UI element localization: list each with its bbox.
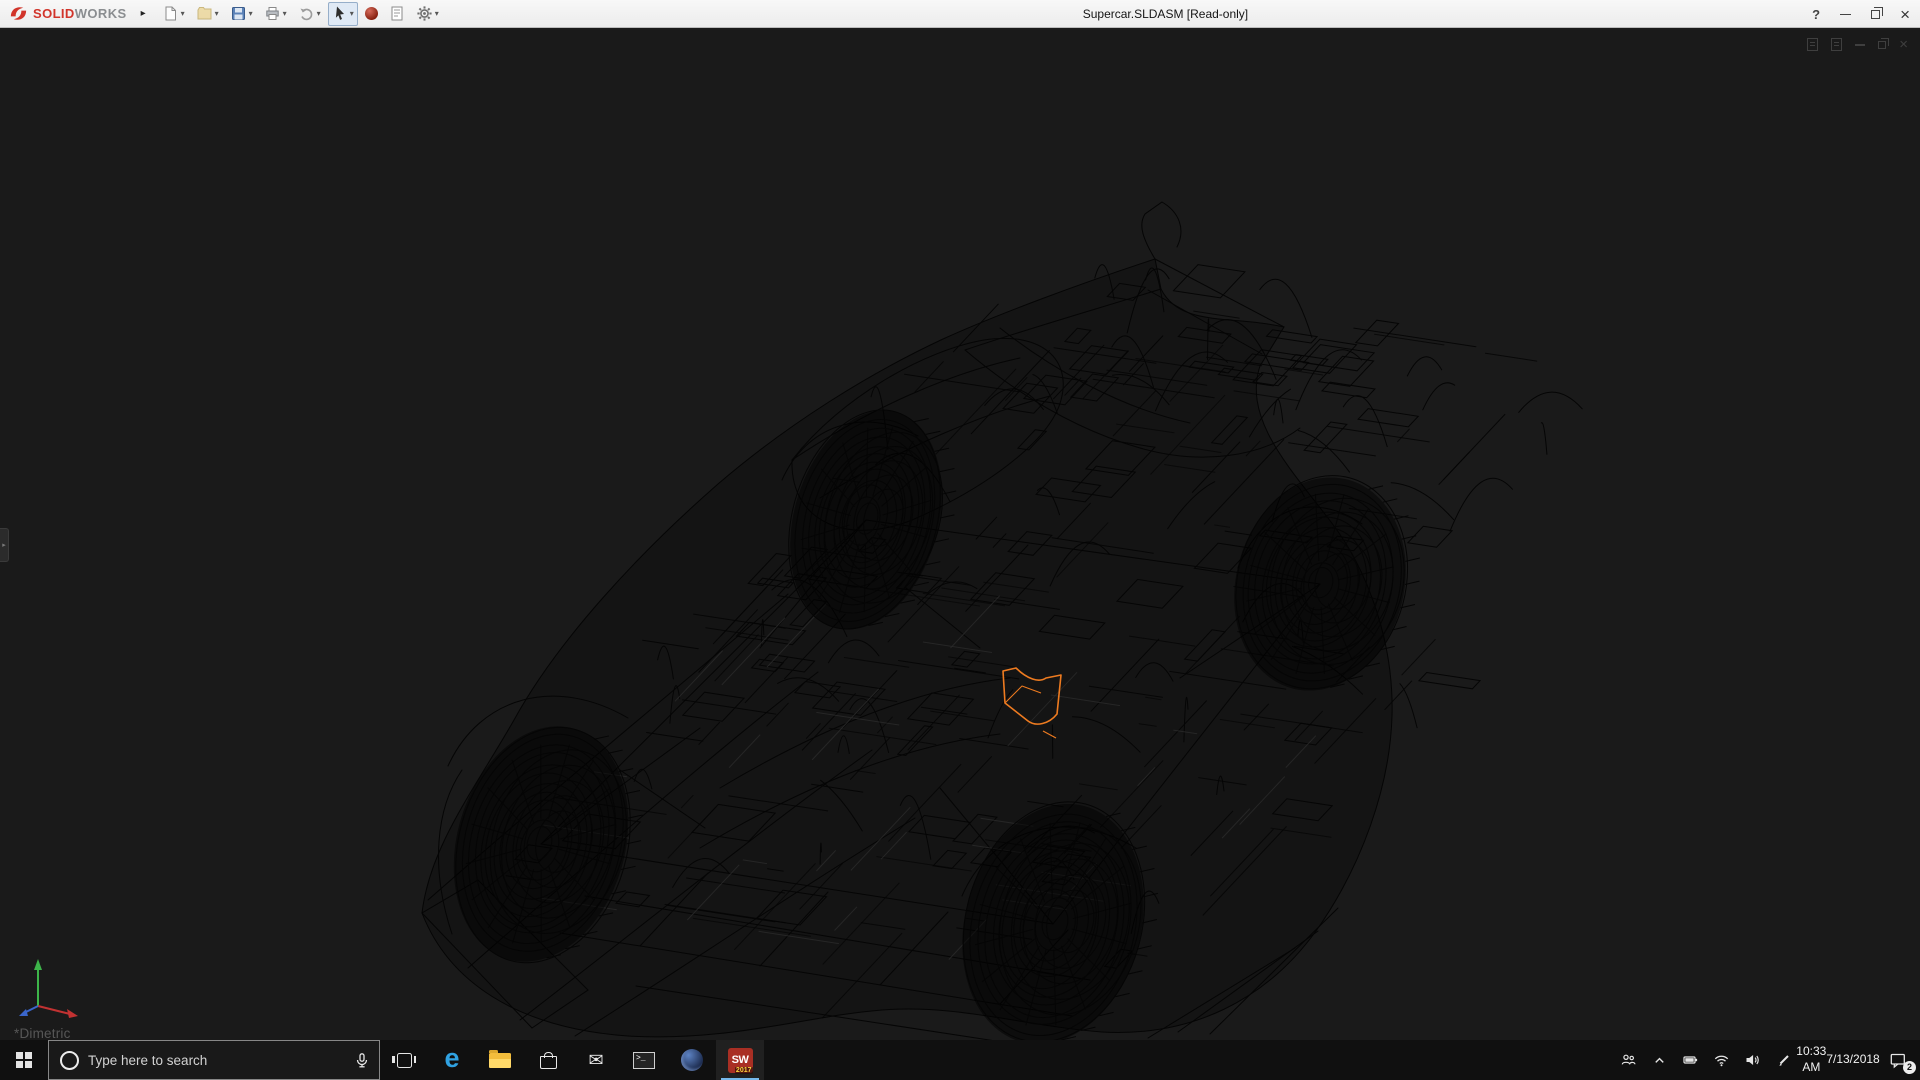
system-tray: 10:33 AM 7/13/2018 2 (1615, 1040, 1920, 1080)
new-document-caret[interactable]: ▾ (181, 9, 185, 18)
undo-button[interactable]: ▾ (294, 2, 325, 26)
chevron-up-icon (1655, 1057, 1664, 1063)
taskbar-app-store[interactable] (524, 1040, 572, 1080)
task-view-button[interactable] (380, 1040, 428, 1080)
select-tool-button[interactable]: ▾ (327, 1, 358, 26)
windows-ink-button[interactable] (1770, 1040, 1797, 1080)
solidworks-logo: SOLIDWORKS (0, 3, 127, 24)
solidworks-year-badge: 2017 (734, 1066, 753, 1074)
taskbar-app-blue[interactable] (668, 1040, 716, 1080)
console-window-icon: >_ (633, 1051, 655, 1069)
network-button[interactable] (1708, 1040, 1735, 1080)
clock-date: 7/13/2018 (1826, 1052, 1880, 1067)
undo-icon (300, 8, 313, 21)
help-button[interactable]: ? (1812, 7, 1820, 22)
print-icon (265, 7, 279, 20)
car-wireframe-model[interactable] (0, 28, 1920, 1040)
taskbar-app-console[interactable]: >_ (620, 1040, 668, 1080)
file-explorer-icon (489, 1049, 511, 1068)
open-caret[interactable]: ▾ (215, 9, 219, 18)
people-button[interactable] (1615, 1040, 1642, 1080)
close-button[interactable]: × (1900, 6, 1910, 23)
clock-time: 10:33 AM (1796, 1044, 1827, 1074)
task-view-icon (392, 1052, 416, 1068)
options-gear-icon (417, 6, 432, 21)
print-caret[interactable]: ▾ (283, 9, 287, 18)
battery-button[interactable] (1677, 1040, 1704, 1080)
file-properties-icon (391, 6, 403, 21)
new-document-icon (165, 6, 176, 21)
volume-button[interactable] (1739, 1040, 1766, 1080)
options-caret[interactable]: ▾ (435, 9, 439, 18)
solidworks-app-icon: SW 2017 (727, 1047, 753, 1074)
open-folder-icon (197, 7, 212, 20)
round-blue-app-icon (681, 1049, 703, 1071)
save-floppy-icon (231, 7, 245, 20)
start-button[interactable] (0, 1040, 48, 1080)
taskbar-app-mail[interactable]: ✉ (572, 1040, 620, 1080)
window-controls: ? × (1812, 0, 1910, 28)
windows-logo-icon (16, 1052, 32, 1068)
new-document-button[interactable]: ▾ (158, 2, 189, 26)
notification-count-badge: 2 (1903, 1061, 1916, 1074)
view-orientation-label: *Dimetric (14, 1026, 71, 1040)
doc-minimize-button[interactable] (1855, 43, 1866, 46)
taskbar-app-file-explorer[interactable] (476, 1040, 524, 1080)
feature-manager-collapsed-tab[interactable]: ▸ (0, 528, 9, 562)
search-input[interactable] (88, 1052, 345, 1068)
print-button[interactable]: ▾ (260, 2, 291, 26)
windows-taskbar: e ✉ >_ SW 2017 (0, 1040, 1920, 1080)
appearances-button[interactable] (361, 2, 382, 26)
save-caret[interactable]: ▾ (249, 9, 253, 18)
select-tool-caret[interactable]: ▾ (350, 9, 354, 18)
titlebar: SOLIDWORKS ▸ ▾ ▾ ▾ ▾ ▾ ▾ ▾ Supercar.SLDA… (0, 0, 1920, 28)
cortana-icon (60, 1050, 79, 1070)
restore-button[interactable] (1871, 6, 1884, 19)
graphics-viewport[interactable]: × ▸ *Dimetric (0, 28, 1920, 1040)
taskbar-app-edge[interactable]: e (428, 1040, 476, 1080)
minimize-button[interactable] (1840, 13, 1852, 15)
taskbar-clock[interactable]: 10:33 AM 7/13/2018 (1796, 1040, 1879, 1080)
logo-wordmark: SOLIDWORKS (33, 6, 127, 21)
action-center-button[interactable]: 2 (1879, 1040, 1917, 1080)
wifi-icon (1714, 1055, 1729, 1067)
people-icon (1621, 1054, 1636, 1065)
ds-logo-icon (10, 7, 27, 20)
microphone-icon[interactable] (345, 1052, 379, 1069)
doc-close-button[interactable]: × (1899, 37, 1908, 52)
options-button[interactable]: ▾ (412, 2, 443, 26)
doc-window-icon-2[interactable] (1831, 38, 1843, 51)
appearance-sphere-icon (364, 7, 378, 20)
quick-access-toolbar: ▾ ▾ ▾ ▾ ▾ ▾ ▾ (158, 1, 443, 26)
toolbar-expand-arrow[interactable]: ▸ (141, 8, 146, 19)
pen-icon (1778, 1055, 1789, 1066)
speaker-icon (1746, 1055, 1759, 1065)
file-properties-button[interactable] (385, 2, 409, 26)
mail-envelope-icon: ✉ (588, 1050, 604, 1070)
doc-window-icon-1[interactable] (1807, 38, 1819, 51)
undo-caret[interactable]: ▾ (317, 9, 321, 18)
store-bag-icon (539, 1051, 557, 1069)
taskbar-app-solidworks[interactable]: SW 2017 (716, 1040, 764, 1080)
reference-triad (19, 959, 78, 1018)
open-button[interactable]: ▾ (192, 2, 223, 26)
battery-icon (1683, 1056, 1698, 1064)
show-hidden-icons-button[interactable] (1646, 1040, 1673, 1080)
edge-icon: e (444, 1043, 460, 1073)
doc-restore-button[interactable] (1878, 37, 1890, 49)
select-cursor-icon (335, 6, 344, 20)
save-button[interactable]: ▾ (226, 2, 257, 26)
window-title: Supercar.SLDASM [Read-only] (1082, 7, 1249, 21)
taskbar-search[interactable] (48, 1040, 380, 1080)
document-window-controls: × (1807, 37, 1908, 52)
